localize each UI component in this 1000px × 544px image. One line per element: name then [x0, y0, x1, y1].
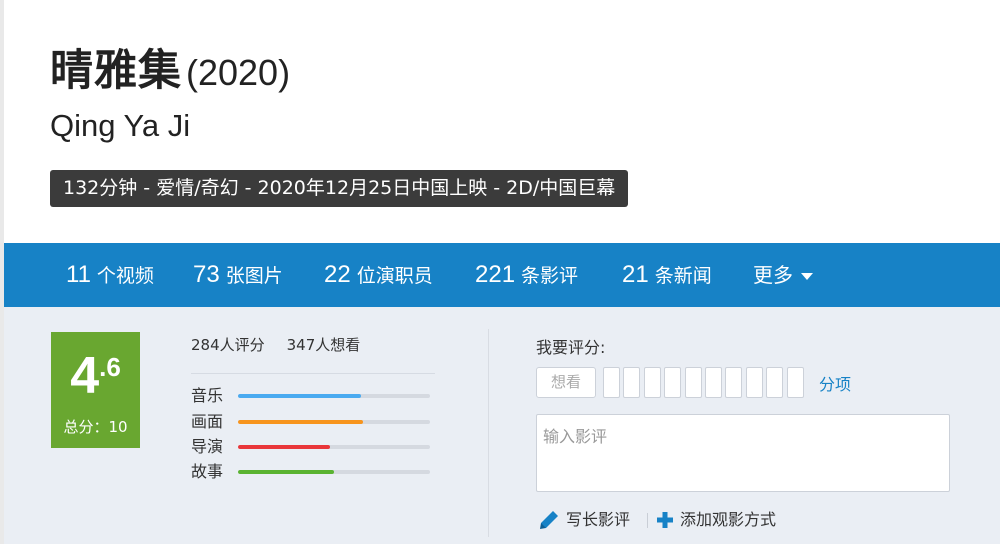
sub-rating-fill: [238, 394, 361, 398]
score-integer: 4: [70, 347, 100, 405]
rating-section: 4.6 总分：10 284人评分 347人想看 音乐 画面 导演 故事 我要评分:…: [4, 307, 1000, 544]
section-divider: [488, 329, 489, 537]
nav-images-label: 张图片: [225, 265, 283, 287]
sub-rating-track: [238, 394, 430, 398]
write-long-review-button[interactable]: 写长影评: [536, 507, 630, 533]
nav-videos[interactable]: 11 个视频: [66, 243, 154, 307]
sub-rating-track: [238, 445, 430, 449]
nav-images-count: 73: [193, 261, 220, 288]
rating-star-slot[interactable]: [745, 367, 763, 398]
nav-videos-count: 11: [66, 261, 91, 288]
nav-reviews[interactable]: 221 条影评: [475, 243, 578, 307]
rating-star-slot[interactable]: [684, 367, 702, 398]
sub-rating-fill: [238, 420, 363, 424]
nav-news-count: 21: [622, 261, 649, 288]
rating-star-slot[interactable]: [725, 367, 743, 398]
sub-rating-label: 画面: [191, 412, 224, 431]
sub-rating-fill: [238, 445, 331, 449]
movie-title-en: Qing Ya Ji: [50, 108, 191, 143]
rating-star-slot[interactable]: [705, 367, 722, 398]
nav-images[interactable]: 73 张图片: [193, 243, 283, 307]
overall-score: 4.6: [51, 346, 140, 406]
nav-reviews-label: 条影评: [521, 265, 579, 287]
add-watch-method-button[interactable]: 添加观影方式: [656, 507, 776, 533]
sub-rating-track: [238, 420, 430, 424]
rating-star-slot[interactable]: [623, 367, 641, 398]
movie-nav-bar: 11 个视频 73 张图片 22 位演职员 221 条影评 21 条新闻 更多: [4, 243, 1000, 307]
nav-cast-label: 位演职员: [356, 265, 433, 287]
rating-star-slot[interactable]: [664, 367, 682, 398]
action-separator: [647, 513, 648, 528]
rating-star-slot[interactable]: [643, 367, 661, 398]
rating-stats: 284人评分 347人想看: [191, 334, 360, 355]
movie-header: 晴雅集 (2020) Qing Ya Ji 132分钟 - 爱情/奇幻 - 202…: [50, 0, 990, 243]
rating-star-slot[interactable]: [786, 367, 804, 398]
nav-more[interactable]: 更多: [753, 243, 813, 307]
sub-rating-story: 故事: [191, 461, 441, 483]
movie-year: (2020): [186, 52, 291, 93]
sub-rating-track: [238, 470, 430, 474]
pencil-icon: [540, 511, 558, 529]
detail-rating-link[interactable]: 分项: [819, 371, 851, 395]
sub-rating-visual: 画面: [191, 411, 441, 433]
sub-rating-music: 音乐: [191, 385, 441, 407]
score-total: 总分：10: [63, 418, 128, 436]
nav-reviews-count: 221: [475, 261, 516, 288]
raters-count: 284人评分: [191, 336, 265, 354]
rating-star-slot[interactable]: [603, 367, 620, 398]
review-input[interactable]: [536, 414, 950, 492]
sub-rating-label: 音乐: [191, 386, 224, 405]
wanters-count: 347人想看: [286, 336, 361, 354]
movie-title-cn: 晴雅集: [50, 46, 182, 96]
sub-rating-label: 导演: [191, 437, 224, 456]
nav-news-label: 条新闻: [654, 265, 712, 287]
plus-icon: [657, 512, 673, 528]
write-long-review-label: 写长影评: [566, 510, 631, 529]
stats-divider: [191, 373, 435, 374]
nav-more-label: 更多: [753, 263, 793, 287]
score-decimal: .6: [99, 352, 121, 382]
nav-videos-label: 个视频: [96, 265, 154, 287]
movie-info-badge: 132分钟 - 爱情/奇幻 - 2020年12月25日中国上映 - 2D/中国巨…: [50, 170, 629, 207]
sub-rating-fill: [238, 470, 334, 474]
nav-cast-count: 22: [324, 261, 351, 288]
add-watch-method-label: 添加观影方式: [680, 510, 777, 529]
caret-down-icon: [801, 272, 813, 280]
sub-rating-director: 导演: [191, 436, 441, 458]
my-rating-label: 我要评分:: [536, 338, 606, 357]
nav-cast[interactable]: 22 位演职员: [324, 243, 433, 307]
title-row: 晴雅集 (2020): [50, 36, 290, 96]
overall-score-box: 4.6 总分：10: [51, 332, 140, 448]
rating-star-slot[interactable]: [766, 367, 784, 398]
want-to-watch-button[interactable]: 想看: [536, 367, 596, 398]
nav-news[interactable]: 21 条新闻: [622, 243, 712, 307]
sub-rating-label: 故事: [191, 462, 224, 481]
